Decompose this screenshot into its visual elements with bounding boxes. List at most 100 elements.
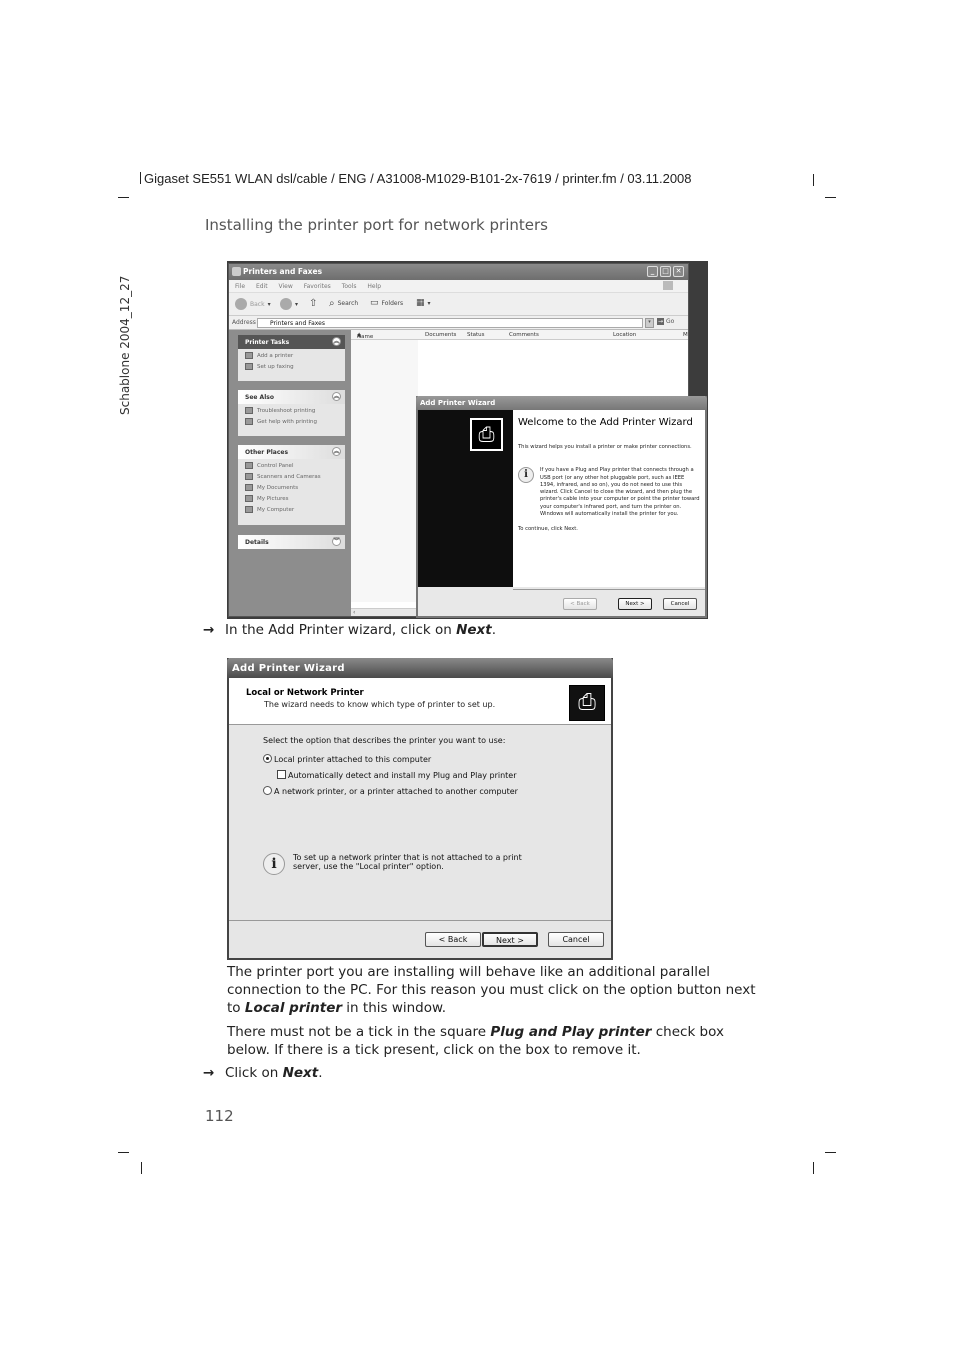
back-button[interactable]: < Back <box>425 932 481 947</box>
panel-header[interactable]: Other Places ︽ <box>238 445 345 459</box>
column-status[interactable]: Status <box>467 332 485 338</box>
link-label: Get help with printing <box>257 418 318 425</box>
printers-faxes-screenshot: Printers and Faxes _ □ ✕ File Edit View … <box>227 261 708 619</box>
panel-title: Printer Tasks <box>245 339 290 346</box>
link-get-help-printing[interactable]: Get help with printing <box>238 415 345 426</box>
link-troubleshoot-printing[interactable]: Troubleshoot printing <box>238 404 345 415</box>
link-my-pictures[interactable]: My Pictures <box>238 492 345 503</box>
folders-icon: ▭ <box>370 298 379 308</box>
crop-mark <box>825 1152 836 1153</box>
help-book-icon <box>245 407 253 414</box>
back-button[interactable]: Back ▾ <box>235 298 271 310</box>
panel-header[interactable]: See Also ︽ <box>238 390 345 404</box>
radio-network-printer[interactable]: A network printer, or a printer attached… <box>263 786 518 796</box>
step-emphasis: Next <box>282 1065 319 1081</box>
address-input[interactable]: Printers and Faxes <box>257 318 643 328</box>
wizard-title: Add Printer Wizard <box>416 396 707 410</box>
next-button[interactable]: Next > <box>482 932 538 947</box>
info-note: i To set up a network printer that is no… <box>263 853 523 875</box>
menu-favorites[interactable]: Favorites <box>304 283 331 290</box>
folders-button[interactable]: ▭ Folders <box>370 298 403 308</box>
toolbar: Back ▾ ▾ ⇧ ⌕ Search ▭ Folders ▦ ▾ <box>229 293 688 316</box>
details-panel: Details ︾ <box>238 535 345 549</box>
arrow-icon: → <box>203 622 215 638</box>
forward-button[interactable]: ▾ <box>280 298 298 310</box>
collapse-icon[interactable]: ︽ <box>332 337 341 346</box>
minimize-button[interactable]: _ <box>647 266 658 277</box>
option-prompt: Select the option that describes the pri… <box>263 736 506 745</box>
checkbox-unchecked[interactable] <box>277 770 286 779</box>
wizard-title: Add Printer Wizard <box>227 658 613 678</box>
go-button[interactable]: → Go <box>657 318 674 325</box>
link-my-documents[interactable]: My Documents <box>238 481 345 492</box>
column-model[interactable]: M <box>683 332 688 338</box>
scroll-left-icon[interactable]: ‹ <box>351 609 355 616</box>
radio-label: A network printer, or a printer attached… <box>274 787 518 796</box>
crop-mark <box>118 197 129 198</box>
close-button[interactable]: ✕ <box>673 266 684 277</box>
printers-folder-icon <box>232 267 241 276</box>
info-icon: i <box>518 467 534 484</box>
back-label: Back <box>250 300 265 308</box>
name-column-area <box>351 340 418 602</box>
menu-help[interactable]: Help <box>367 283 381 290</box>
step-text: In the Add Printer wizard, click on <box>225 622 457 638</box>
column-comments[interactable]: Comments <box>509 332 539 338</box>
other-places-panel: Other Places ︽ Control Panel Scanners and… <box>238 445 345 525</box>
cancel-button[interactable]: Cancel <box>548 932 604 947</box>
search-button[interactable]: ⌕ Search <box>329 298 358 309</box>
expand-icon[interactable]: ︾ <box>332 537 341 546</box>
link-label: My Documents <box>257 484 299 491</box>
cancel-button[interactable]: Cancel <box>663 598 697 610</box>
collapse-icon[interactable]: ︽ <box>332 447 341 456</box>
task-set-up-faxing[interactable]: Set up faxing <box>238 360 345 371</box>
help-icon <box>245 418 253 425</box>
address-dropdown[interactable]: ▾ <box>645 318 654 328</box>
radio-unselected[interactable] <box>263 786 272 795</box>
back-button[interactable]: < Back <box>563 598 597 610</box>
folders-label: Folders <box>381 299 404 307</box>
menu-tools[interactable]: Tools <box>342 283 357 290</box>
instruction-step-2: → Click on Next. <box>203 1065 323 1081</box>
column-name[interactable]: Name ▲ <box>357 332 373 340</box>
folder-icon <box>245 484 253 491</box>
collapse-icon[interactable]: ︽ <box>332 392 341 401</box>
scanner-icon <box>245 473 253 480</box>
up-folder-button[interactable]: ⇧ <box>309 298 317 309</box>
menu-view[interactable]: View <box>279 283 293 290</box>
address-label: Address <box>232 319 256 326</box>
views-icon: ▦ <box>416 298 425 308</box>
menu-file[interactable]: File <box>235 283 245 290</box>
checkbox-label: Automatically detect and install my Plug… <box>288 771 517 780</box>
link-scanners-cameras[interactable]: Scanners and Cameras <box>238 470 345 481</box>
radio-selected[interactable] <box>263 754 272 763</box>
crop-mark <box>813 174 814 186</box>
back-arrow-icon <box>235 298 247 310</box>
see-also-panel: See Also ︽ Troubleshoot printing Get help… <box>238 390 345 436</box>
panel-header[interactable]: Details ︾ <box>238 535 345 549</box>
forward-arrow-icon <box>280 298 292 310</box>
wizard-intro: This wizard helps you install a printer … <box>518 444 692 450</box>
maximize-button[interactable]: □ <box>660 266 671 277</box>
menu-edit[interactable]: Edit <box>256 283 268 290</box>
task-add-printer[interactable]: Add a printer <box>238 349 345 360</box>
info-icon: i <box>263 853 285 875</box>
wizard-heading: Welcome to the Add Printer Wizard <box>518 417 693 428</box>
link-control-panel[interactable]: Control Panel <box>238 459 345 470</box>
views-button[interactable]: ▦ ▾ <box>416 298 431 308</box>
button-separator <box>229 920 611 921</box>
plug-and-play-checkbox[interactable]: Automatically detect and install my Plug… <box>277 770 517 780</box>
link-my-computer[interactable]: My Computer <box>238 503 345 514</box>
task-label: Set up faxing <box>257 363 294 370</box>
crop-mark <box>118 1152 129 1153</box>
column-documents[interactable]: Documents <box>425 332 456 338</box>
next-button[interactable]: Next > <box>618 598 652 610</box>
column-location[interactable]: Location <box>613 332 636 338</box>
crop-mark <box>813 1162 814 1174</box>
panel-header[interactable]: Printer Tasks ︽ <box>238 335 345 349</box>
address-bar: Address Printers and Faxes ▾ → Go <box>229 316 688 330</box>
local-network-wizard-dialog: Add Printer Wizard Local or Network Prin… <box>227 658 613 960</box>
info-text: If you have a Plug and Play printer that… <box>540 467 700 518</box>
task-pane: Printer Tasks ︽ Add a printer Set up faxi… <box>229 330 351 616</box>
radio-local-printer[interactable]: Local printer attached to this computer <box>263 754 431 764</box>
